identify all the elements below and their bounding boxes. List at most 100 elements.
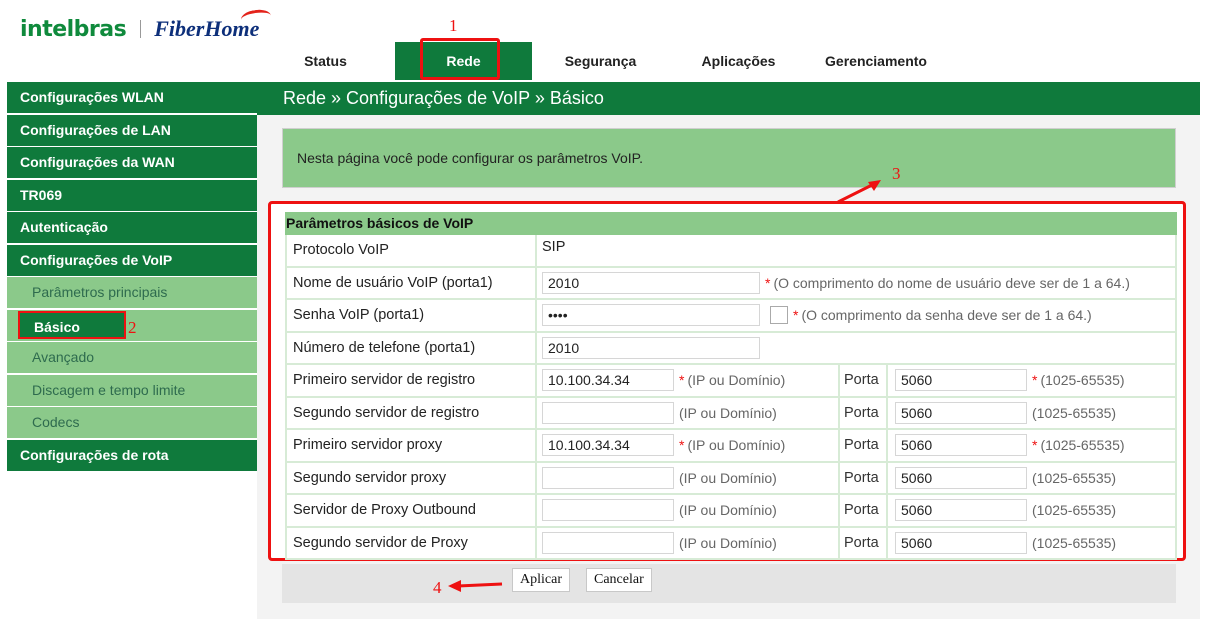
phone-label: Número de telefone (porta1)	[285, 332, 537, 363]
server-cell: (IP ou Domínio)	[537, 527, 840, 558]
password-cell: * (O comprimento da senha deve ser de 1 …	[537, 300, 1177, 331]
logo-divider	[140, 20, 142, 38]
server-address-input[interactable]	[542, 401, 674, 424]
sidebar-subitem-parametros[interactable]: Parâmetros principais	[7, 277, 257, 308]
server-hint: (IP ou Domínio)	[679, 502, 777, 519]
port-label: Porta	[840, 365, 888, 396]
row-server: Segundo servidor de registro (IP ou Domín…	[285, 397, 1177, 430]
server-address-input[interactable]	[542, 531, 674, 554]
server-address-input[interactable]	[542, 369, 674, 392]
sidebar-subitem-basico[interactable]: Básico	[18, 311, 126, 339]
port-cell: (1025-65535)	[888, 462, 1177, 493]
server-address-input[interactable]	[542, 434, 674, 457]
port-cell: *(1025-65535)	[888, 365, 1177, 396]
required-mark: *	[765, 274, 771, 291]
server-label: Segundo servidor de registro	[285, 397, 537, 428]
row-server: Servidor de Proxy Outbound (IP ou Domínio…	[285, 495, 1177, 528]
fiberhome-logo: FiberHome	[154, 7, 273, 42]
server-hint: (IP ou Domínio)	[687, 372, 786, 389]
password-label: Senha VoIP (porta1)	[285, 300, 537, 331]
sidebar-item-voip[interactable]: Configurações de VoIP	[7, 244, 257, 276]
show-password-checkbox[interactable]	[770, 306, 788, 325]
protocol-value: SIP	[542, 239, 566, 256]
tab-seguranca[interactable]: Segurança	[532, 42, 669, 80]
intelbras-logo: intelbras	[20, 16, 127, 42]
server-hint: (IP ou Domínio)	[679, 534, 777, 551]
server-label: Primeiro servidor de registro	[285, 365, 537, 396]
required-mark: *	[1032, 437, 1038, 454]
row-server: Segundo servidor de Proxy (IP ou Domínio)…	[285, 527, 1177, 560]
port-cell: (1025-65535)	[888, 397, 1177, 428]
port-hint: (1025-65535)	[1032, 469, 1117, 486]
annotation-arrow-4-icon	[448, 580, 503, 592]
sidebar-subitem-discagem[interactable]: Discagem e tempo limite	[7, 374, 257, 406]
server-port-input[interactable]	[895, 369, 1027, 392]
sidebar-item-rota[interactable]: Configurações de rota	[7, 439, 257, 471]
server-cell: (IP ou Domínio)	[537, 462, 840, 493]
port-hint: (1025-65535)	[1032, 404, 1117, 421]
port-label: Porta	[840, 397, 888, 428]
sidebar-subitem-codecs[interactable]: Codecs	[7, 407, 257, 438]
sidebar-subitem-avancado[interactable]: Avançado	[7, 342, 257, 373]
port-hint: (1025-65535)	[1040, 437, 1125, 454]
server-address-input[interactable]	[542, 499, 674, 522]
server-port-input[interactable]	[895, 401, 1027, 424]
sidebar-item-lan[interactable]: Configurações de LAN	[7, 114, 257, 146]
row-username: Nome de usuário VoIP (porta1) * (O compr…	[285, 267, 1177, 300]
button-bar: Aplicar Cancelar	[282, 564, 1176, 603]
sidebar-item-wan[interactable]: Configurações da WAN	[7, 147, 257, 178]
tab-gerenciamento[interactable]: Gerenciamento	[807, 42, 945, 80]
server-hint: (IP ou Domínio)	[679, 404, 777, 421]
required-mark: *	[793, 307, 799, 324]
voip-params-panel: Parâmetros básicos de VoIP Protocolo VoI…	[268, 201, 1186, 561]
port-cell: (1025-65535)	[888, 527, 1177, 558]
server-port-input[interactable]	[895, 499, 1027, 522]
sidebar-item-autenticacao[interactable]: Autenticação	[7, 212, 257, 243]
server-cell: (IP ou Domínio)	[537, 397, 840, 428]
server-cell: *(IP ou Domínio)	[537, 365, 840, 396]
port-label: Porta	[840, 527, 888, 558]
row-server: Primeiro servidor proxy*(IP ou Domínio)P…	[285, 430, 1177, 463]
server-port-input[interactable]	[895, 531, 1027, 554]
row-password: Senha VoIP (porta1) * (O comprimento da …	[285, 300, 1177, 333]
server-cell: (IP ou Domínio)	[537, 495, 840, 526]
annotation-arrow-3-icon	[837, 180, 881, 204]
apply-button[interactable]: Aplicar	[512, 568, 570, 592]
protocol-cell: SIP	[537, 235, 1177, 266]
tab-status[interactable]: Status	[257, 42, 394, 80]
sidebar-item-wlan[interactable]: Configurações WLAN	[7, 82, 257, 113]
server-port-input[interactable]	[895, 434, 1027, 457]
annotation-4: 4	[433, 578, 442, 597]
server-port-input[interactable]	[895, 466, 1027, 489]
port-hint: (1025-65535)	[1032, 502, 1117, 519]
annotation-3: 3	[892, 164, 901, 183]
server-label: Servidor de Proxy Outbound	[285, 495, 537, 526]
phone-cell	[537, 332, 1177, 363]
server-address-input[interactable]	[542, 466, 674, 489]
server-label: Segundo servidor proxy	[285, 462, 537, 493]
row-server: Segundo servidor proxy (IP ou Domínio) Por…	[285, 462, 1177, 495]
logo-swoosh-icon	[240, 7, 273, 28]
port-label: Porta	[840, 495, 888, 526]
port-cell: (1025-65535)	[888, 495, 1177, 526]
server-hint: (IP ou Domínio)	[687, 437, 786, 454]
server-label: Primeiro servidor proxy	[285, 430, 537, 461]
row-protocol: Protocolo VoIP SIP	[285, 235, 1177, 268]
top-nav: Status Rede Segurança Aplicações Gerenci…	[257, 42, 1200, 80]
server-label: Segundo servidor de Proxy	[285, 527, 537, 558]
username-input[interactable]	[542, 271, 760, 294]
cancel-button[interactable]: Cancelar	[586, 568, 652, 592]
required-mark: *	[679, 437, 685, 454]
info-message: Nesta página você pode configurar os par…	[282, 128, 1176, 188]
port-hint: (1025-65535)	[1040, 372, 1125, 389]
port-cell: *(1025-65535)	[888, 430, 1177, 461]
server-rows: Primeiro servidor de registro*(IP ou Dom…	[285, 365, 1177, 560]
tab-aplicacoes[interactable]: Aplicações	[670, 42, 807, 80]
port-label: Porta	[840, 462, 888, 493]
password-hint: (O comprimento da senha deve ser de 1 a …	[801, 307, 1092, 324]
page-title: Rede » Configurações de VoIP » Básico	[257, 82, 1200, 115]
phone-input[interactable]	[542, 336, 760, 359]
logo: intelbras FiberHome	[20, 7, 273, 44]
password-input[interactable]	[542, 304, 760, 327]
sidebar-item-tr069[interactable]: TR069	[7, 179, 257, 211]
